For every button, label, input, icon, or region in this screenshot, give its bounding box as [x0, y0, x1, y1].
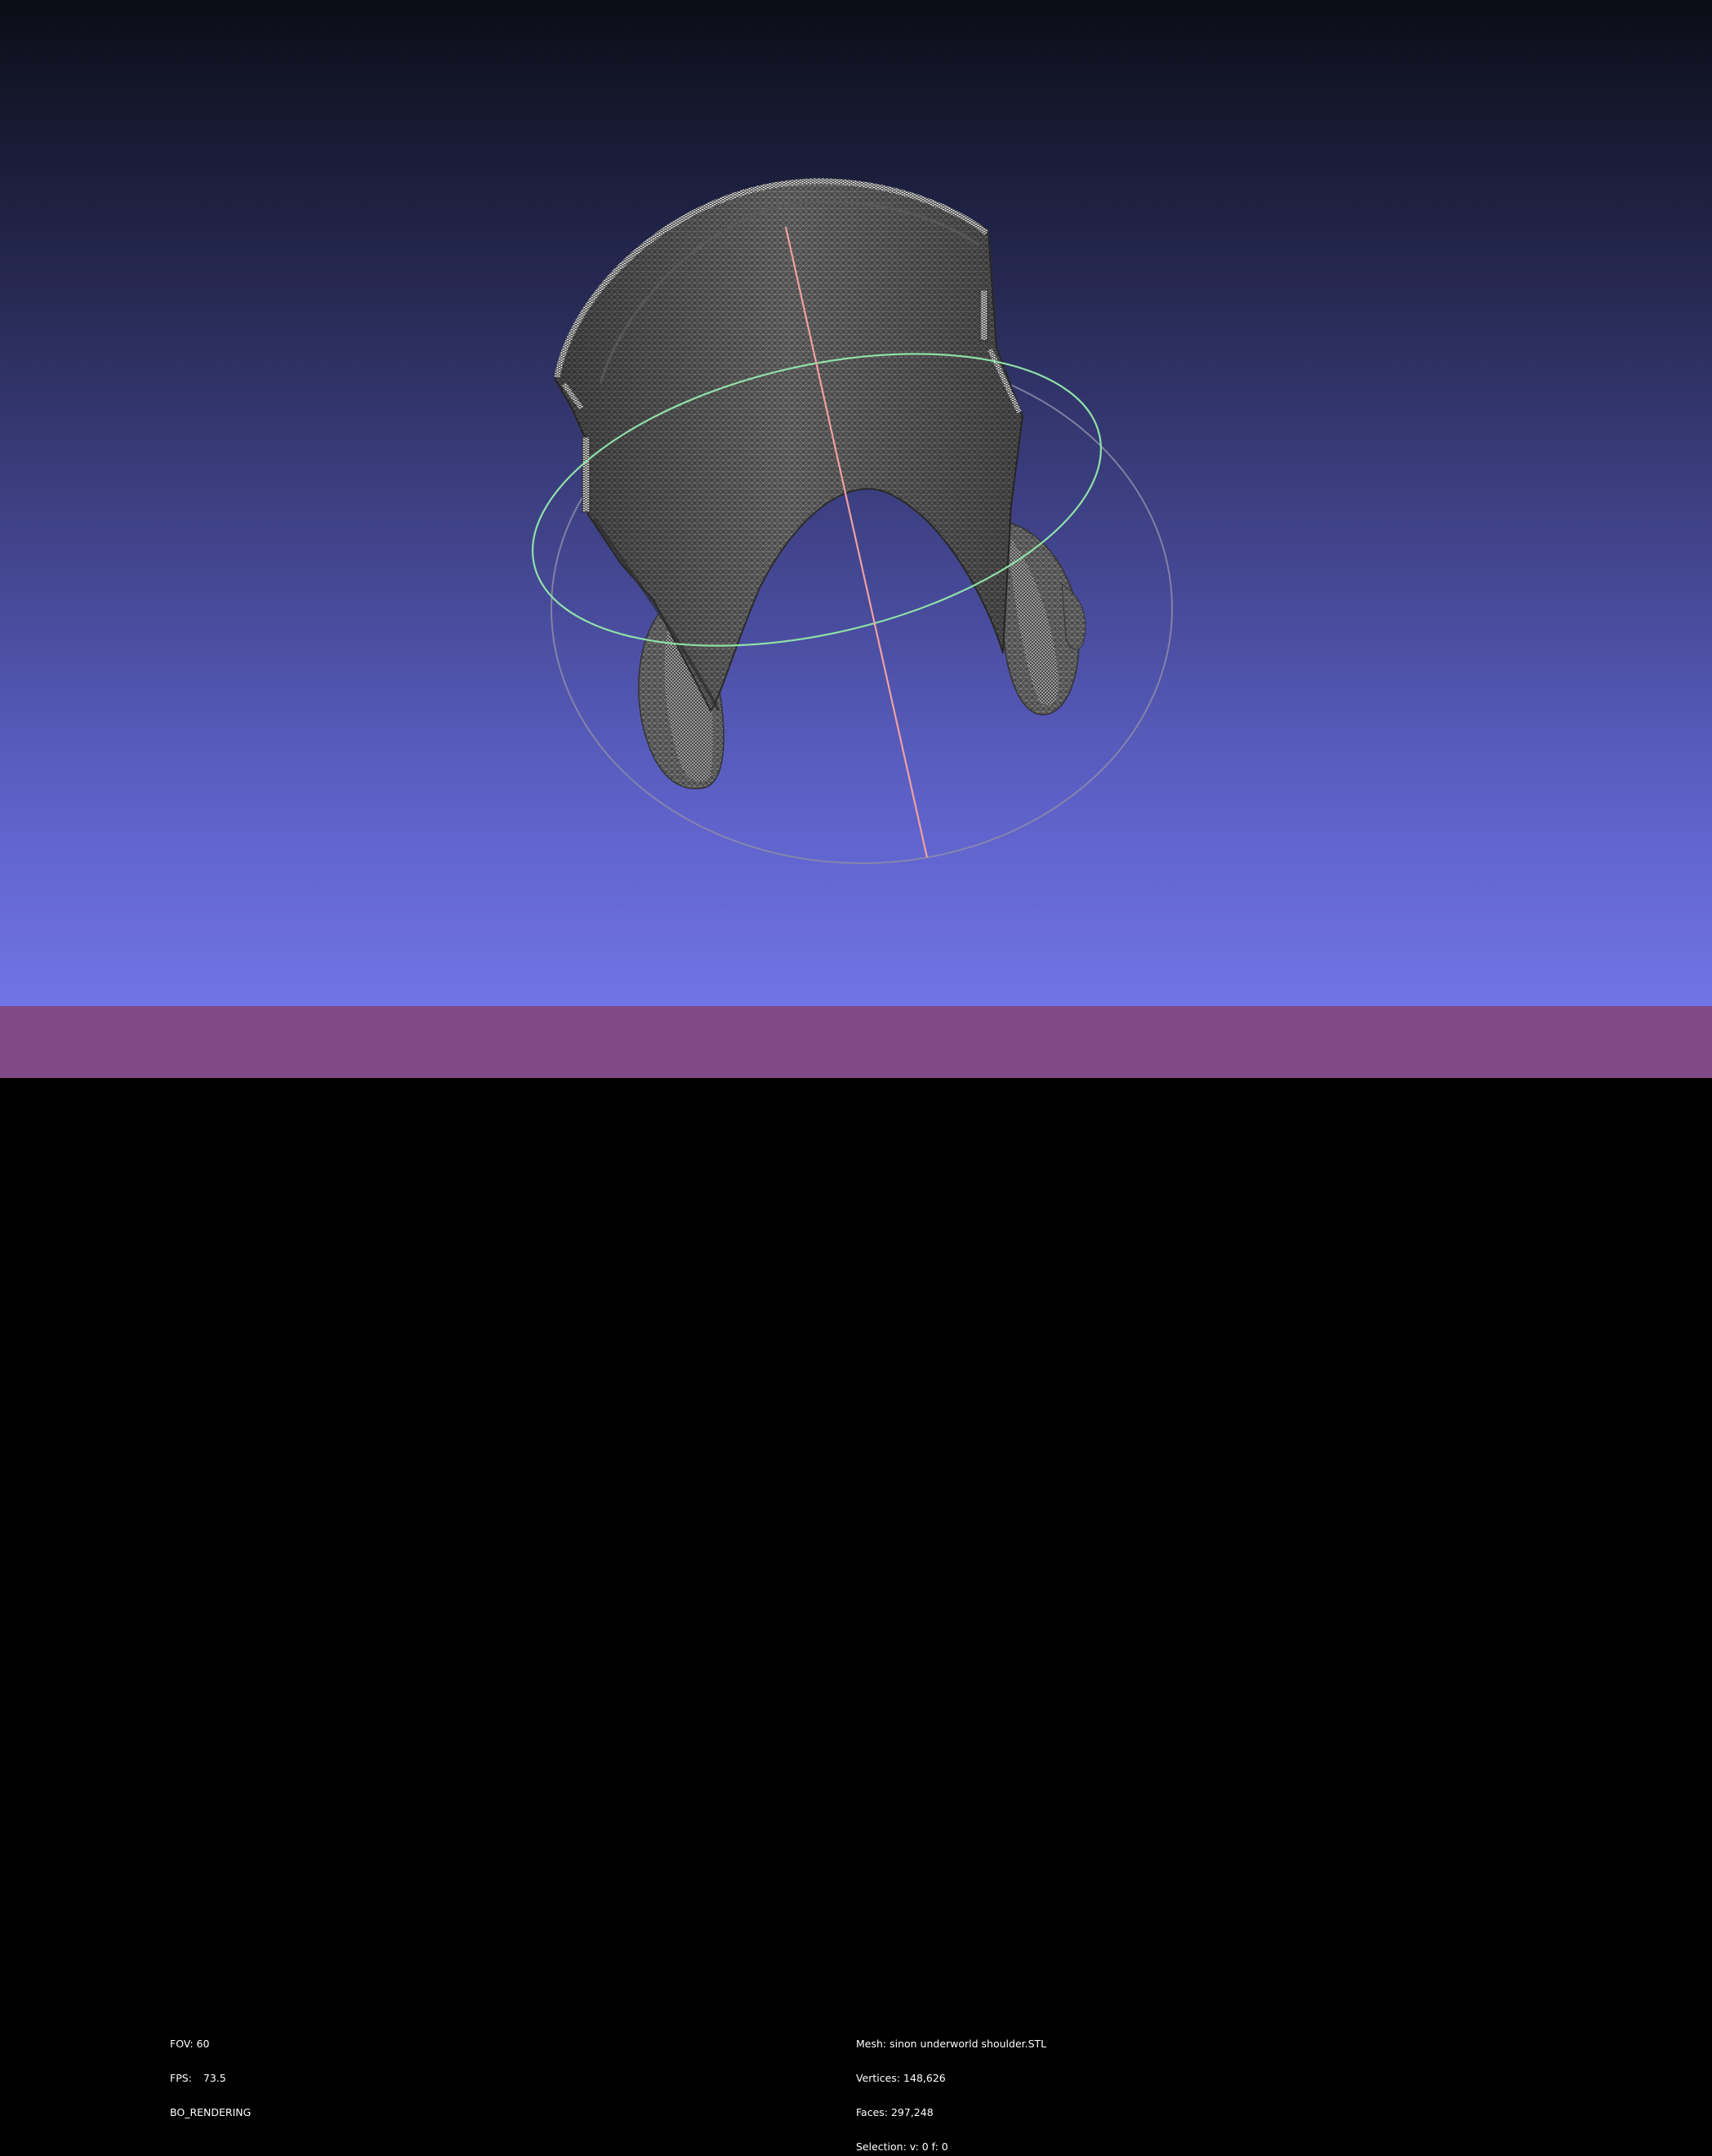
mesh-shell: [554, 178, 1024, 712]
fov-readout: FOV: 60: [170, 2038, 210, 2050]
mesh-info: Mesh: sinon underworld shoulder.STL Vert…: [856, 2016, 1046, 2156]
status-bar: FOV: 60 FPS: 73.5 BO_RENDERING Mesh: sino…: [0, 1006, 1712, 2153]
fps-readout: FPS: 73.5: [170, 2072, 226, 2084]
mesh-right-pad: [999, 522, 1086, 715]
mesh-name: Mesh: sinon underworld shoulder.STL: [856, 2038, 1047, 2050]
viewer-info: FOV: 60 FPS: 73.5 BO_RENDERING: [170, 2016, 251, 2141]
selection-info: Selection: v: 0 f: 0: [856, 2140, 948, 2153]
3d-viewport[interactable]: [0, 0, 1712, 1006]
face-count: Faces: 297,248: [856, 2106, 934, 2118]
render-mode: BO_RENDERING: [170, 2106, 252, 2118]
mesh-scene[interactable]: [0, 0, 1712, 1006]
vertex-count: Vertices: 148,626: [856, 2072, 946, 2084]
